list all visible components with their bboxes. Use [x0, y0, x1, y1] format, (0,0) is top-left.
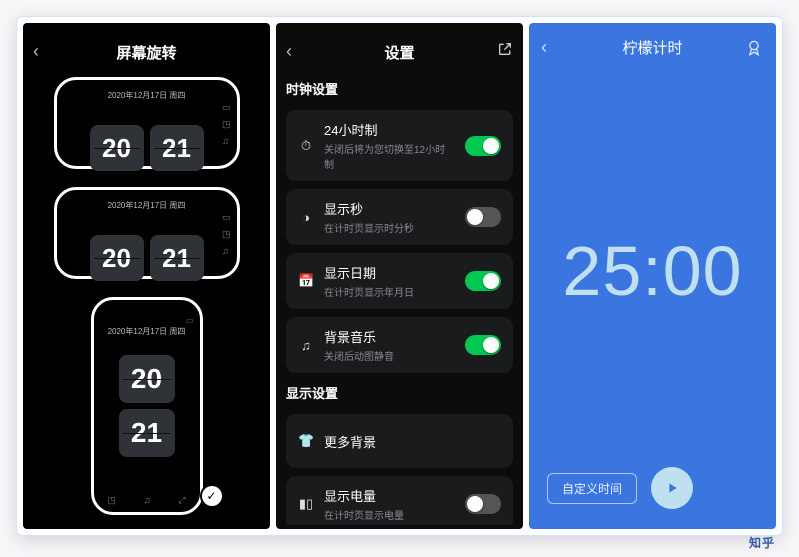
battery-icon: ▭ [186, 316, 194, 325]
settings-row-label: 显示电量 [324, 486, 455, 505]
toggle-show-battery[interactable] [465, 494, 501, 514]
settings-row-show-date[interactable]: 📅 显示日期在计时页显示年月日 [286, 253, 513, 309]
battery-icon: ▭ [222, 102, 231, 113]
bg-music-icon: ♫ [298, 338, 314, 353]
settings-row-sublabel: 关闭后动图静音 [324, 348, 455, 363]
expand-icon: ⤢ [178, 495, 185, 506]
bottom-indicator-icons: ◳ ♫ ⤢ [94, 495, 200, 506]
settings-row-more-bg[interactable]: 👕 更多背景 [286, 414, 513, 468]
back-icon[interactable]: ‹ [541, 37, 547, 58]
battery-icon: ▭ [222, 212, 231, 223]
settings-row-label: 背景音乐 [324, 327, 455, 346]
settings-row-24hour[interactable]: ⏱ 24小时制关闭后将为您切换至12小时制 [286, 110, 513, 181]
back-icon[interactable]: ‹ [33, 41, 39, 62]
show-date-icon: 📅 [298, 273, 314, 289]
orientation-option-landscape-right[interactable]: 2020年12月17日 周四 20 21 ▭ ◳ ♫ [54, 187, 240, 279]
clock-hours: 20 [90, 125, 144, 171]
side-indicator-icons: ▭ ◳ ♫ [222, 102, 231, 146]
clock-hours: 20 [90, 235, 144, 281]
page-title: 设置 [384, 42, 414, 63]
settings-row-sublabel: 在计时页显示时分秒 [324, 220, 455, 235]
section-header-clock: 时钟设置 [286, 79, 513, 98]
share-icon[interactable] [497, 41, 513, 60]
selected-check-icon: ✓ [202, 486, 222, 506]
watermark: 知乎 [749, 534, 775, 551]
timer-value: 25:00 [562, 231, 742, 311]
section-header-display: 显示设置 [286, 383, 513, 402]
orientation-option-landscape-left[interactable]: 2020年12月17日 周四 20 21 ▭ ◳ ♫ [54, 77, 240, 169]
settings-row-bg-music[interactable]: ♫ 背景音乐关闭后动图静音 [286, 317, 513, 373]
date-text: 2020年12月17日 周四 [57, 200, 237, 211]
clock-hours: 20 [119, 355, 175, 403]
show-battery-icon: ▮▯ [298, 496, 314, 512]
side-indicator-icons: ▭ ◳ ♫ [222, 212, 231, 256]
panel-settings: ‹ 设置 时钟设置 ⏱ 24小时制关闭后将为您切换至12小时制 ◑ 显示秒在计时页显示… [276, 23, 523, 529]
award-icon[interactable] [744, 38, 764, 58]
settings-row-sublabel: 在计时页显示电量 [324, 507, 455, 522]
page-title: 柠檬计时 [622, 37, 682, 58]
show-seconds-icon: ◑ [298, 210, 314, 225]
panel-lemon-timer: ‹ 柠檬计时 25:00 自定义时间 [529, 23, 776, 529]
music-dot-icon: ♫ [222, 246, 231, 256]
date-text: 2020年12月17日 周四 [94, 326, 200, 337]
settings-row-show-battery[interactable]: ▮▯ 显示电量在计时页显示电量 [286, 476, 513, 525]
page-title: 屏幕旋转 [116, 42, 176, 63]
date-text: 2020年12月17日 周四 [57, 90, 237, 101]
settings-row-show-seconds[interactable]: ◑ 显示秒在计时页显示时分秒 [286, 189, 513, 245]
clock-minutes: 21 [150, 235, 204, 281]
grid-icon: ◳ [107, 495, 116, 506]
settings-row-label: 24小时制 [324, 120, 455, 139]
music-icon: ♫ [144, 495, 151, 506]
side-indicator-icons: ▭ [186, 316, 194, 325]
play-button[interactable] [651, 467, 693, 509]
settings-row-sublabel: 在计时页显示年月日 [324, 284, 455, 299]
settings-row-label: 显示秒 [324, 199, 455, 218]
more-bg-icon: 👕 [298, 433, 314, 449]
custom-time-button[interactable]: 自定义时间 [547, 473, 637, 504]
clock-minutes: 21 [150, 125, 204, 171]
panel-screen-rotation: ‹ 屏幕旋转 2020年12月17日 周四 20 21 ▭ ◳ ♫ [23, 23, 270, 529]
settings-row-label: 更多背景 [324, 432, 501, 451]
24hour-icon: ⏱ [298, 138, 314, 154]
toggle-show-date[interactable] [465, 271, 501, 291]
toggle-24hour[interactable] [465, 136, 501, 156]
toggle-show-seconds[interactable] [465, 207, 501, 227]
toggle-bg-music[interactable] [465, 335, 501, 355]
music-dot-icon: ♫ [222, 136, 231, 146]
settings-row-label: 显示日期 [324, 263, 455, 282]
settings-row-sublabel: 关闭后将为您切换至12小时制 [324, 141, 455, 171]
orientation-option-portrait[interactable]: ▭ 2020年12月17日 周四 20 21 ◳ ♫ ⤢ ✓ [91, 297, 203, 515]
settings-dot-icon: ◳ [222, 229, 231, 240]
back-icon[interactable]: ‹ [286, 41, 292, 62]
clock-minutes: 21 [119, 409, 175, 457]
settings-dot-icon: ◳ [222, 119, 231, 130]
